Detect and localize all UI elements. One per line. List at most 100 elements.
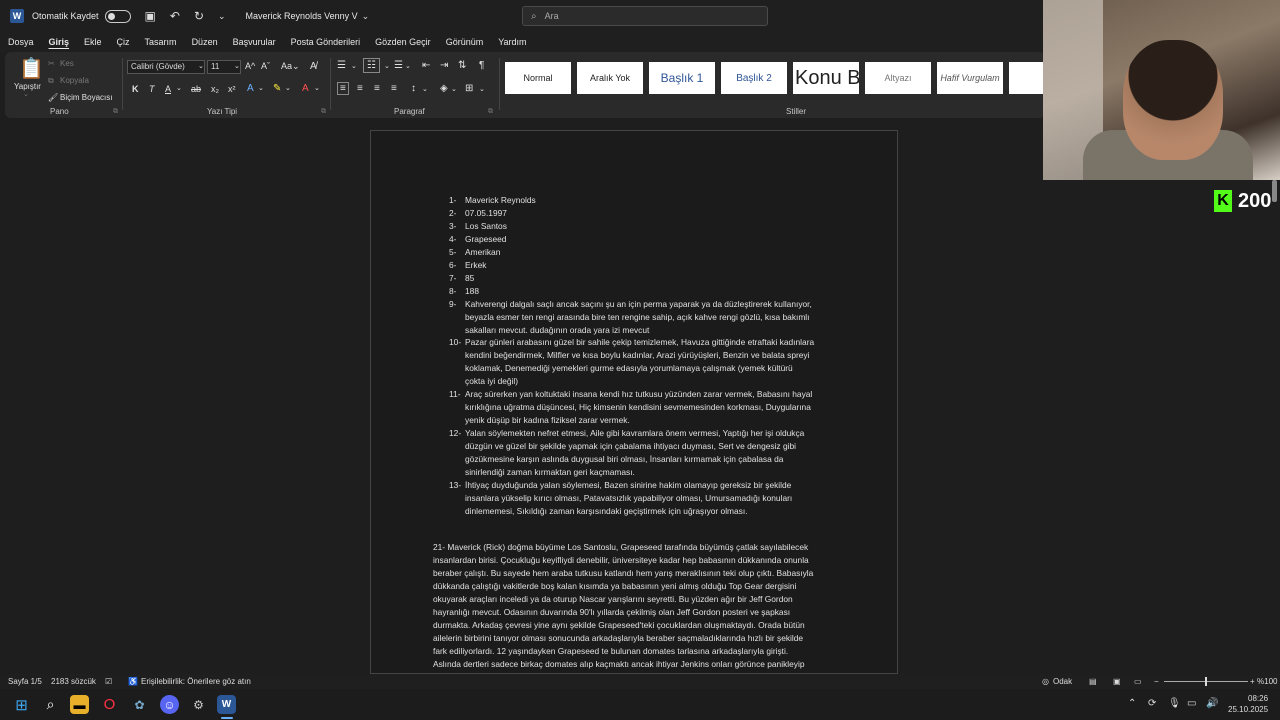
cut-button[interactable]: Kes <box>60 59 74 68</box>
shading-dropdown-icon[interactable]: ⌄ <box>451 85 457 93</box>
text-line[interactable]: Maverick Reynolds <box>465 195 536 205</box>
font-color-dropdown-icon[interactable]: ⌄ <box>314 84 320 92</box>
opera-icon[interactable]: O <box>100 695 119 714</box>
redo-icon[interactable]: ↻ <box>194 9 204 23</box>
borders-dropdown-icon[interactable]: ⌄ <box>479 85 485 93</box>
underline-dropdown-icon[interactable]: ⌄ <box>176 84 182 92</box>
search-input[interactable]: ⌕ Ara <box>522 6 768 26</box>
underline-icon[interactable]: A <box>165 84 171 94</box>
customize-toolbar-icon[interactable]: ⌄ <box>218 11 226 22</box>
document-page[interactable]: 1- Maverick Reynolds 2- 07.05.1997 3- Los San… <box>370 130 898 674</box>
text-line[interactable]: koklamak, Denemediği yemekleri gurme eda… <box>465 363 793 373</box>
file-explorer-icon[interactable]: ▬ <box>70 695 89 714</box>
superscript-icon[interactable]: x² <box>228 84 236 94</box>
windows-start-icon[interactable]: ⊞ <box>12 695 31 714</box>
text-line[interactable]: beraber çalıştı. Bu sayede hem araba tut… <box>433 568 813 578</box>
text-line[interactable]: kırıklığına uğratma düşüncesi, Hiç kimse… <box>465 402 811 412</box>
multilevel-dropdown-icon[interactable]: ⌄ <box>405 62 411 70</box>
zoom-slider-thumb[interactable] <box>1205 677 1207 686</box>
line-spacing-icon[interactable]: ↕ <box>411 83 416 94</box>
chevron-up-icon[interactable]: ⌃ <box>1128 698 1136 709</box>
vertical-scrollbar[interactable] <box>1272 180 1277 202</box>
subscript-icon[interactable]: x₂ <box>211 84 219 94</box>
network-icon[interactable]: ▭ <box>1187 698 1196 709</box>
numbering-icon[interactable]: ☷ <box>363 58 380 73</box>
grow-font-icon[interactable]: A^ <box>245 61 255 71</box>
font-launcher-icon[interactable]: ⧉ <box>321 108 326 116</box>
font-dropdown-icon[interactable]: ⌄ <box>198 62 204 70</box>
text-line[interactable]: fark ediliyorlardı. 12 yaşındayken Grape… <box>433 646 788 656</box>
bold-icon[interactable]: K <box>132 84 139 94</box>
app-icon[interactable]: ✿ <box>130 695 149 714</box>
save-icon[interactable]: ▣ <box>145 9 156 23</box>
justify-icon[interactable]: ≡ <box>391 83 397 94</box>
copy-icon[interactable]: ⧉ <box>48 76 54 86</box>
text-line[interactable]: Aslında dertleri sadece birkaç domates a… <box>433 659 804 669</box>
tab-home[interactable]: Giriş <box>49 37 70 47</box>
paste-dropdown-icon[interactable]: ⌄ <box>23 90 29 98</box>
text-line[interactable]: hayranlığı mevcut. Odasının duvarında 90… <box>433 607 790 617</box>
zoom-out-icon[interactable]: − <box>1154 677 1159 686</box>
tab-layout[interactable]: Düzen <box>192 37 218 47</box>
cut-icon[interactable]: ✂ <box>48 59 55 68</box>
text-line[interactable]: Erkek <box>465 260 486 270</box>
style-heading-2[interactable]: Başlık 2 <box>721 62 787 94</box>
tab-design[interactable]: Tasarım <box>145 37 177 47</box>
text-line[interactable]: ailelerin birbirini tanıyor olması sonuc… <box>433 633 803 643</box>
text-effects-dropdown-icon[interactable]: ⌄ <box>258 84 264 92</box>
text-line[interactable]: Amerikan <box>465 247 500 257</box>
chevron-down-icon[interactable]: ⌄ <box>362 11 370 22</box>
tab-draw[interactable]: Çiz <box>117 37 130 47</box>
align-left-icon[interactable]: ≡ <box>337 82 349 95</box>
text-line[interactable]: 21- Maverick (Rick) doğma büyüme Los San… <box>433 542 808 552</box>
word-icon[interactable]: W <box>217 695 236 714</box>
italic-icon[interactable]: T <box>149 84 155 94</box>
style-heading-1[interactable]: Başlık 1 <box>649 62 715 94</box>
text-line[interactable]: 07.05.1997 <box>465 208 507 218</box>
format-painter-button[interactable]: Biçim Boyacısı <box>60 93 112 102</box>
zoom-in-icon[interactable]: + <box>1250 677 1255 686</box>
text-line[interactable]: sinirlendiği zaman kırmaktan geri kaçmam… <box>465 467 635 477</box>
text-line[interactable]: dükkanda çalıştığı vakitlerde boş kalan … <box>433 581 796 591</box>
highlight-icon[interactable]: ✎ <box>273 83 281 94</box>
proofing-icon[interactable]: ☑ <box>105 677 112 686</box>
multilevel-list-icon[interactable]: ☰ <box>394 60 403 71</box>
text-line[interactable]: Los Santos <box>465 221 507 231</box>
paragraph-launcher-icon[interactable]: ⧉ <box>488 108 493 116</box>
text-line[interactable]: insanlardan birisi. Çocukluğu keyifliydi… <box>433 555 809 565</box>
shrink-font-icon[interactable]: Aˇ <box>261 61 270 71</box>
page-indicator[interactable]: Sayfa 1/5 <box>8 677 42 686</box>
microphone-icon[interactable]: 🎙 <box>1168 698 1181 709</box>
show-formatting-icon[interactable]: ¶ <box>479 60 484 71</box>
accessibility-icon[interactable]: ♿ <box>128 677 138 686</box>
numbering-dropdown-icon[interactable]: ⌄ <box>384 62 390 70</box>
text-line[interactable]: İhtiyaç duyduğunda yalan söylemesi, Baze… <box>465 480 791 490</box>
style-no-spacing[interactable]: Aralık Yok <box>577 62 643 94</box>
copy-button[interactable]: Kopyala <box>60 76 89 85</box>
bullets-icon[interactable]: ☰ <box>337 60 346 71</box>
tab-view[interactable]: Görünüm <box>446 37 484 47</box>
text-line[interactable]: Pazar günleri arabasını güzel bir sahile… <box>465 337 814 347</box>
text-line[interactable]: beyazla esmer ten rengi arasında bire te… <box>465 312 810 322</box>
tab-review[interactable]: Gözden Geçir <box>375 37 431 47</box>
undo-icon[interactable]: ↶ <box>170 9 180 23</box>
decrease-indent-icon[interactable]: ⇤ <box>422 60 430 71</box>
clock[interactable]: 08:26 25.10.2025 <box>1228 693 1268 715</box>
tab-help[interactable]: Yardım <box>498 37 526 47</box>
style-title[interactable]: Konu B <box>793 62 859 94</box>
print-layout-icon[interactable]: ▣ <box>1113 677 1121 686</box>
style-emphasis[interactable]: Vu <box>1009 62 1045 94</box>
style-subtitle[interactable]: Altyazı <box>865 62 931 94</box>
text-line[interactable]: okuyarak araçları inceledi ya da oturup … <box>433 594 793 604</box>
focus-icon[interactable]: ◎ <box>1042 677 1049 686</box>
font-size-dropdown-icon[interactable]: ⌄ <box>234 62 240 70</box>
shading-icon[interactable]: ◈ <box>440 83 448 94</box>
format-painter-icon[interactable]: 🖌 <box>48 93 58 102</box>
accessibility-status[interactable]: Erişilebilirlik: Önerilere göz atın <box>141 677 251 686</box>
text-line[interactable]: insanlara yükselip kırıcı olması, Patava… <box>465 493 792 503</box>
tab-references[interactable]: Başvurular <box>233 37 276 47</box>
text-line[interactable]: durmakta. Arkadaş çevresi yine aynı şeki… <box>433 620 805 630</box>
font-name-select[interactable]: Calibri (Gövde) <box>127 60 205 74</box>
text-line[interactable]: yenik düşüp bir kadına fiziksel zarar ve… <box>465 415 630 425</box>
read-mode-icon[interactable]: ▤ <box>1089 677 1097 686</box>
